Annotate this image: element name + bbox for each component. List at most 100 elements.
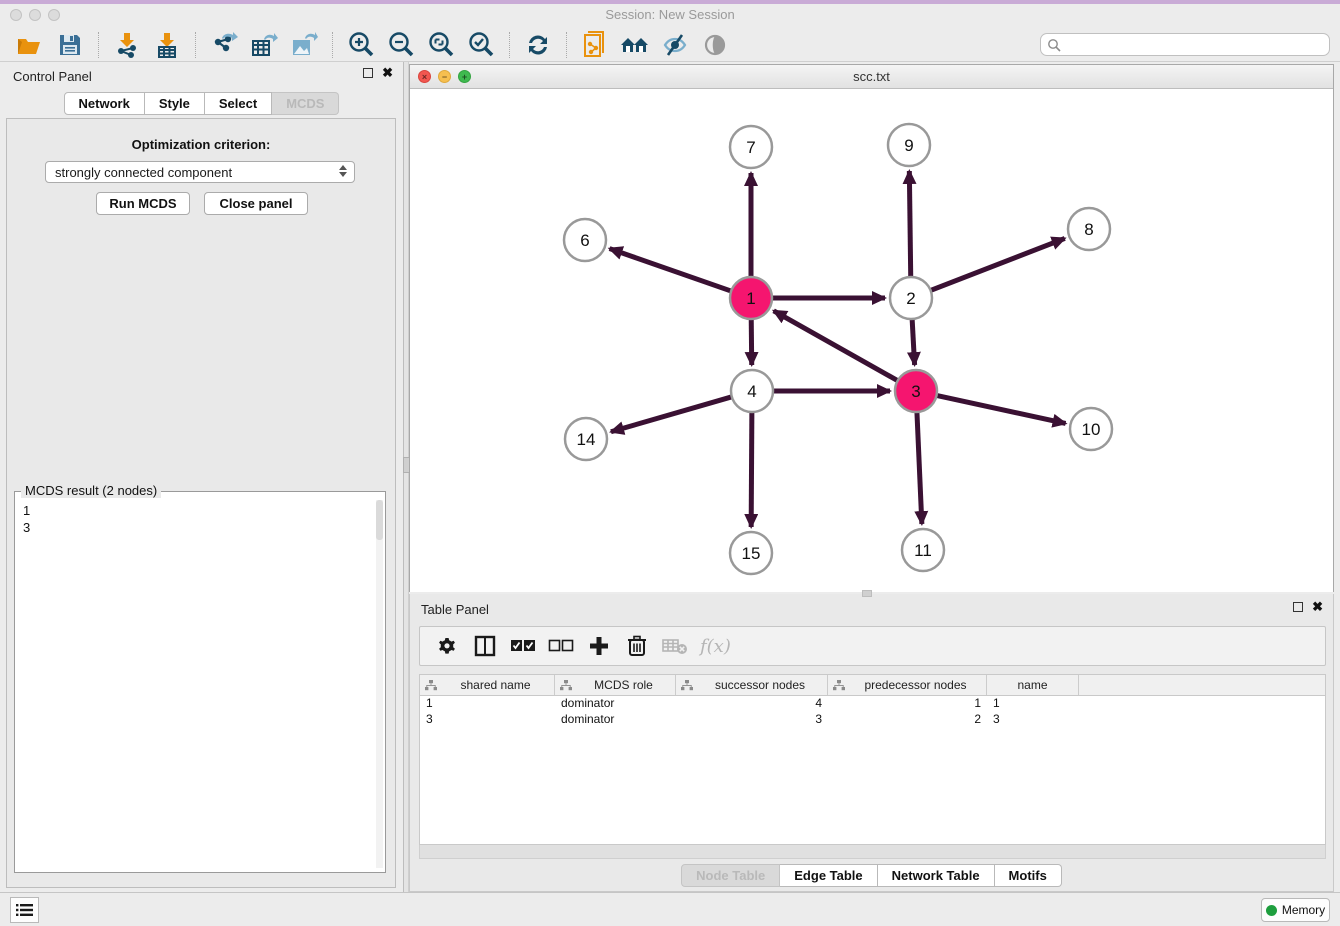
save-icon <box>58 33 82 57</box>
list-icon <box>16 903 33 917</box>
table-cell[interactable]: dominator <box>555 712 676 728</box>
graph-node-8[interactable]: 8 <box>1068 208 1110 250</box>
hide-selected-button[interactable] <box>658 30 692 60</box>
graph-edge-2-9[interactable] <box>909 171 910 277</box>
plus-icon <box>588 635 610 657</box>
tab-mcds[interactable]: MCDS <box>272 92 339 115</box>
graph-node-15[interactable]: 15 <box>730 532 772 574</box>
tab-network-table[interactable]: Network Table <box>878 864 995 887</box>
table-row[interactable]: 3dominator323 <box>420 712 1325 728</box>
network-canvas[interactable]: 7 9 6 8 1 2 4 3 14 10 15 11 <box>410 89 1333 592</box>
main-titlebar: Session: New Session <box>0 4 1340 28</box>
eye-slash-icon <box>661 32 689 58</box>
table-cell[interactable]: 1 <box>987 696 1079 712</box>
table-cell[interactable]: 3 <box>987 712 1079 728</box>
zoom-in-button[interactable] <box>344 30 378 60</box>
graph-edge-3-10[interactable] <box>937 395 1066 423</box>
graph-edge-2-3[interactable] <box>912 319 914 365</box>
tab-edge-table[interactable]: Edge Table <box>780 864 877 887</box>
tab-select[interactable]: Select <box>205 92 272 115</box>
network-window-titlebar[interactable]: × − + scc.txt <box>410 65 1333 89</box>
table-cell[interactable]: 3 <box>420 712 555 728</box>
close-panel-icon[interactable]: ✖ <box>382 68 393 78</box>
graph-node-3[interactable]: 3 <box>895 370 937 412</box>
tab-node-table[interactable]: Node Table <box>681 864 780 887</box>
function-builder-button[interactable]: f(x) <box>700 636 731 657</box>
memory-button[interactable]: Memory <box>1261 898 1330 922</box>
graph-edge-3-11[interactable] <box>917 412 922 524</box>
network-graph[interactable]: 7 9 6 8 1 2 4 3 14 10 15 11 <box>410 89 1333 592</box>
network-document-icon <box>582 31 608 59</box>
task-history-button[interactable] <box>10 897 39 923</box>
table-cell[interactable]: 4 <box>676 696 828 712</box>
column-header-successor-nodes[interactable]: successor nodes <box>676 675 828 695</box>
table-cell[interactable]: 2 <box>828 712 987 728</box>
zoom-out-button[interactable] <box>384 30 418 60</box>
close-table-panel-icon[interactable]: ✖ <box>1312 602 1323 612</box>
node-table[interactable]: shared nameMCDS rolesuccessor nodesprede… <box>419 674 1326 845</box>
graph-node-14[interactable]: 14 <box>565 418 607 460</box>
show-eye-button[interactable] <box>698 30 732 60</box>
import-table-button[interactable] <box>150 30 184 60</box>
svg-text:6: 6 <box>580 231 589 250</box>
column-header-name[interactable]: name <box>987 675 1079 695</box>
open-folder-icon <box>16 33 44 57</box>
table-cell[interactable]: 3 <box>676 712 828 728</box>
open-file-button[interactable] <box>13 30 47 60</box>
close-panel-button[interactable]: Close panel <box>204 192 308 215</box>
float-table-panel-icon[interactable] <box>1293 602 1303 612</box>
table-cell[interactable]: dominator <box>555 696 676 712</box>
graph-edge-1-6[interactable] <box>610 249 732 291</box>
tab-motifs[interactable]: Motifs <box>995 864 1062 887</box>
graph-edge-3-1[interactable] <box>774 311 898 381</box>
graph-edge-4-15[interactable] <box>751 412 752 527</box>
graph-node-6[interactable]: 6 <box>564 219 606 261</box>
column-header-predecessor-nodes[interactable]: predecessor nodes <box>828 675 987 695</box>
tab-network[interactable]: Network <box>64 92 145 115</box>
graph-edge-4-14[interactable] <box>611 397 732 432</box>
table-row[interactable]: 1dominator411 <box>420 696 1325 712</box>
network-window-title: scc.txt <box>410 69 1333 84</box>
network-document-button[interactable] <box>578 30 612 60</box>
graph-node-4[interactable]: 4 <box>731 370 773 412</box>
zoom-fit-button[interactable] <box>424 30 458 60</box>
result-scrollbar[interactable] <box>376 500 383 868</box>
deselect-all-columns-button[interactable] <box>544 631 578 661</box>
column-header-shared-name[interactable]: shared name <box>420 675 555 695</box>
home-networks-button[interactable] <box>618 30 652 60</box>
column-view-button[interactable] <box>468 631 502 661</box>
export-network-button[interactable] <box>207 30 241 60</box>
svg-text:4: 4 <box>747 382 756 401</box>
search-input[interactable] <box>1061 38 1329 52</box>
column-header-MCDS-role[interactable]: MCDS role <box>555 675 676 695</box>
table-cell[interactable]: 1 <box>828 696 987 712</box>
graph-node-9[interactable]: 9 <box>888 124 930 166</box>
svg-text:8: 8 <box>1084 220 1093 239</box>
export-image-button[interactable] <box>287 30 321 60</box>
criterion-dropdown[interactable]: strongly connected component <box>45 161 355 183</box>
mcds-result-text[interactable]: 1 3 <box>23 502 30 536</box>
graph-node-10[interactable]: 10 <box>1070 408 1112 450</box>
save-session-button[interactable] <box>53 30 87 60</box>
create-column-button[interactable] <box>582 631 616 661</box>
column-tree-icon <box>560 680 572 691</box>
graph-node-1[interactable]: 1 <box>730 277 772 319</box>
run-mcds-button[interactable]: Run MCDS <box>96 192 190 215</box>
select-all-columns-button[interactable] <box>506 631 540 661</box>
graph-node-11[interactable]: 11 <box>902 529 944 571</box>
delete-table-button[interactable] <box>658 631 692 661</box>
table-settings-button[interactable] <box>430 631 464 661</box>
export-table-button[interactable] <box>247 30 281 60</box>
float-panel-icon[interactable] <box>363 68 373 78</box>
zoom-selected-button[interactable] <box>464 30 498 60</box>
graph-node-7[interactable]: 7 <box>730 126 772 168</box>
graph-node-2[interactable]: 2 <box>890 277 932 319</box>
delete-column-button[interactable] <box>620 631 654 661</box>
graph-edge-2-8[interactable] <box>931 238 1065 290</box>
horizontal-splitter-grip[interactable] <box>862 590 872 597</box>
refresh-button[interactable] <box>521 30 555 60</box>
table-cell[interactable]: 1 <box>420 696 555 712</box>
search-field[interactable] <box>1040 33 1330 56</box>
tab-style[interactable]: Style <box>145 92 205 115</box>
import-network-button[interactable] <box>110 30 144 60</box>
